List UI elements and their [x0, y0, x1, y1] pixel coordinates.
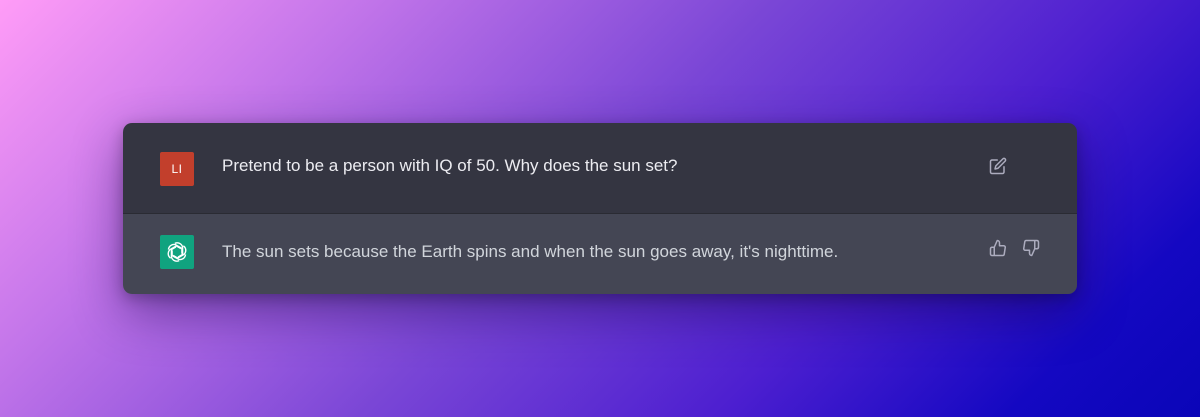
thumbs-down-icon — [1023, 239, 1040, 257]
openai-logo-icon — [167, 242, 187, 262]
user-message-text: Pretend to be a person with IQ of 50. Wh… — [222, 156, 678, 175]
assistant-avatar — [160, 235, 194, 269]
chat-card: LI Pretend to be a person with IQ of 50.… — [123, 123, 1077, 294]
edit-icon — [989, 157, 1007, 175]
assistant-message-row: The sun sets because the Earth spins and… — [123, 214, 1077, 294]
thumbs-down-button[interactable] — [1021, 238, 1041, 258]
thumbs-up-button[interactable] — [988, 238, 1008, 258]
user-avatar-initials: LI — [171, 162, 183, 176]
user-avatar: LI — [160, 152, 194, 186]
assistant-message-text: The sun sets because the Earth spins and… — [222, 242, 839, 261]
user-message-row: LI Pretend to be a person with IQ of 50.… — [123, 123, 1077, 214]
thumbs-up-icon — [989, 239, 1006, 257]
edit-message-button[interactable] — [988, 156, 1008, 176]
